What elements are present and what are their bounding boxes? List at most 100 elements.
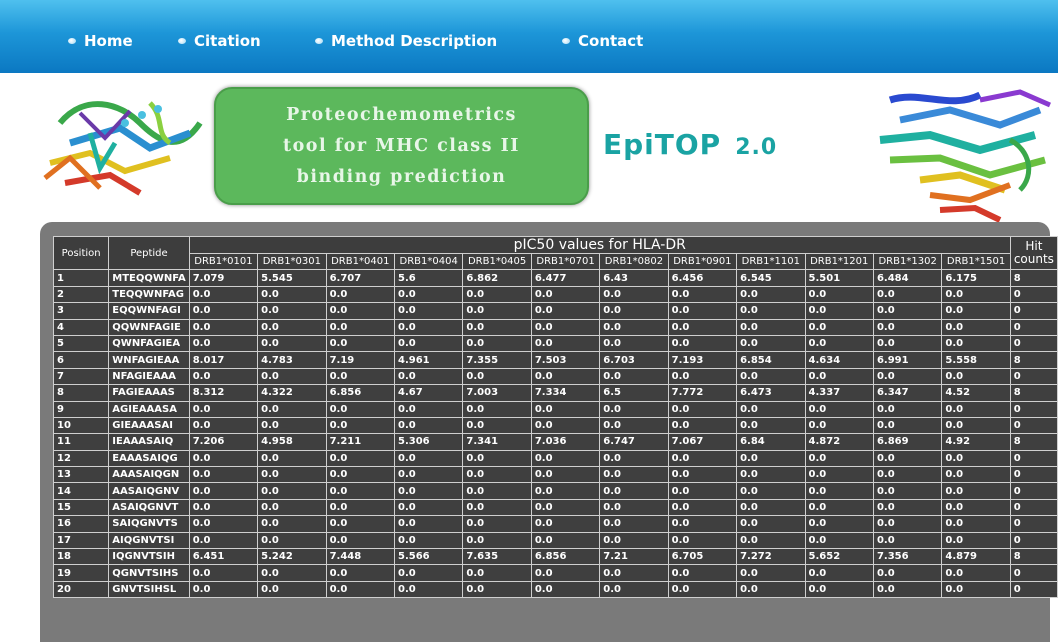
pic50-value-cell: 0.0	[188, 367, 259, 386]
pic50-value-cell: 0.0	[872, 564, 943, 582]
pic50-value-cell: 0.0	[325, 466, 395, 484]
logo-version: 2.0	[735, 135, 778, 160]
peptide-cell: GIEAAASAI	[108, 416, 190, 435]
nav-method-description-link[interactable]: Method Description	[315, 32, 497, 50]
position-cell: 19	[52, 564, 110, 582]
hit-count-cell: 0	[1009, 449, 1058, 468]
pic50-value-cell: 7.334	[530, 384, 601, 402]
pic50-value-cell: 0.0	[325, 498, 395, 517]
pic50-value-cell: 0.0	[325, 564, 395, 582]
pic50-value-cell: 0.0	[599, 498, 669, 517]
pic50-value-cell: 6.545	[736, 269, 806, 287]
hit-count-cell: 0	[1009, 285, 1058, 304]
pic50-value-cell: 0.0	[667, 482, 738, 500]
pic50-value-cell: 0.0	[667, 515, 738, 533]
pic50-value-cell: 0.0	[941, 531, 1011, 550]
position-cell: 10	[52, 416, 110, 435]
position-cell: 14	[52, 482, 110, 500]
pic50-value-cell: 4.92	[941, 433, 1011, 451]
position-cell: 2	[52, 285, 110, 304]
pic50-value-cell: 0.0	[325, 416, 395, 435]
column-header-allele: DRB1*1302	[872, 252, 943, 271]
peptide-cell: WNFAGIEAA	[108, 351, 190, 369]
pic50-value-cell: 0.0	[941, 302, 1011, 320]
pic50-value-cell: 0.0	[257, 531, 327, 550]
bullet-icon	[68, 38, 76, 44]
pic50-value-cell: 0.0	[736, 285, 806, 304]
pic50-value-cell: 0.0	[736, 580, 806, 599]
column-header-allele: DRB1*0401	[325, 252, 395, 271]
pic50-value-cell: 0.0	[599, 466, 669, 484]
bullet-icon	[178, 38, 186, 44]
pic50-value-cell: 0.0	[257, 515, 327, 533]
pic50-value-cell: 0.0	[599, 482, 669, 500]
pic50-value-cell: 0.0	[325, 302, 395, 320]
hit-count-cell: 0	[1009, 318, 1058, 336]
pic50-value-cell: 4.337	[804, 384, 874, 402]
pic50-value-cell: 4.879	[941, 548, 1011, 566]
position-cell: 4	[52, 318, 110, 336]
pic50-value-cell: 0.0	[599, 285, 669, 304]
banner-line-2: tool for MHC class II	[283, 136, 520, 156]
position-cell: 12	[52, 449, 110, 468]
nav-contact-link[interactable]: Contact	[562, 32, 643, 50]
table-row: 15 ASAIQGNVT 0.0 0.0 0.0 0.0 0.0 0.0 0.0 0.0 0.0 0.…	[52, 498, 1058, 517]
pic50-value-cell: 0.0	[872, 400, 943, 418]
nav-home-label: Home	[84, 32, 133, 50]
pic50-value-cell: 0.0	[257, 318, 327, 336]
pic50-value-cell: 0.0	[462, 285, 532, 304]
pic50-value-cell: 0.0	[941, 498, 1011, 517]
pic50-value-cell: 0.0	[325, 515, 395, 533]
hit-count-cell: 0	[1009, 466, 1058, 484]
nav-citation-link[interactable]: Citation	[178, 32, 261, 50]
pic50-value-cell: 0.0	[393, 318, 464, 336]
pic50-value-cell: 7.211	[325, 433, 395, 451]
pic50-value-cell: 0.0	[941, 580, 1011, 599]
nav-home-link[interactable]: Home	[68, 32, 133, 50]
pic50-value-cell: 0.0	[872, 531, 943, 550]
pic50-value-cell: 0.0	[257, 367, 327, 386]
pic50-value-cell: 0.0	[872, 318, 943, 336]
pic50-value-cell: 0.0	[530, 302, 601, 320]
pic50-value-cell: 6.456	[667, 269, 738, 287]
pic50-value-cell: 0.0	[736, 531, 806, 550]
pic50-value-cell: 0.0	[257, 580, 327, 599]
pic50-value-cell: 7.193	[667, 351, 738, 369]
pic50-value-cell: 6.856	[325, 384, 395, 402]
pic50-value-cell: 0.0	[530, 498, 601, 517]
table-row: 4 QQWNFAGIE 0.0 0.0 0.0 0.0 0.0 0.0 0.0 0.0 0.0 0.0…	[52, 318, 1058, 336]
pic50-value-cell: 0.0	[736, 334, 806, 353]
pic50-value-cell: 0.0	[599, 334, 669, 353]
pic50-value-cell: 7.355	[462, 351, 532, 369]
column-header-allele: DRB1*0701	[530, 252, 601, 271]
pic50-value-cell: 0.0	[804, 318, 874, 336]
position-cell: 20	[52, 580, 110, 599]
pic50-value-cell: 6.703	[599, 351, 669, 369]
pic50-value-cell: 0.0	[325, 449, 395, 468]
pic50-value-cell: 0.0	[667, 334, 738, 353]
pic50-value-cell: 0.0	[530, 285, 601, 304]
pic50-value-cell: 0.0	[188, 580, 259, 599]
position-cell: 15	[52, 498, 110, 517]
pic50-value-cell: 0.0	[667, 466, 738, 484]
pic50-value-cell: 0.0	[667, 564, 738, 582]
pic50-value-cell: 0.0	[393, 302, 464, 320]
table-row: 19 QGNVTSIHS 0.0 0.0 0.0 0.0 0.0 0.0 0.0 0.0 0.0 0.…	[52, 564, 1058, 582]
pic50-value-cell: 0.0	[530, 400, 601, 418]
hit-count-cell: 0	[1009, 302, 1058, 320]
pic50-value-cell: 0.0	[872, 416, 943, 435]
peptide-cell: EQQWNFAGI	[108, 302, 190, 320]
pic50-value-cell: 6.707	[325, 269, 395, 287]
peptide-cell: GNVTSIHSL	[108, 580, 190, 599]
pic50-value-cell: 7.19	[325, 351, 395, 369]
table-row: 5 QWNFAGIEA 0.0 0.0 0.0 0.0 0.0 0.0 0.0 0.0 0.0 0.0…	[52, 334, 1058, 353]
peptide-cell: ASAIQGNVT	[108, 498, 190, 517]
pic50-value-cell: 0.0	[530, 515, 601, 533]
pic50-value-cell: 5.501	[804, 269, 874, 287]
pic50-value-cell: 7.356	[872, 548, 943, 566]
hit-count-cell: 8	[1009, 269, 1058, 287]
peptide-cell: NFAGIEAAA	[108, 367, 190, 386]
pic50-value-cell: 6.347	[872, 384, 943, 402]
pic50-value-cell: 0.0	[530, 564, 601, 582]
position-cell: 9	[52, 400, 110, 418]
